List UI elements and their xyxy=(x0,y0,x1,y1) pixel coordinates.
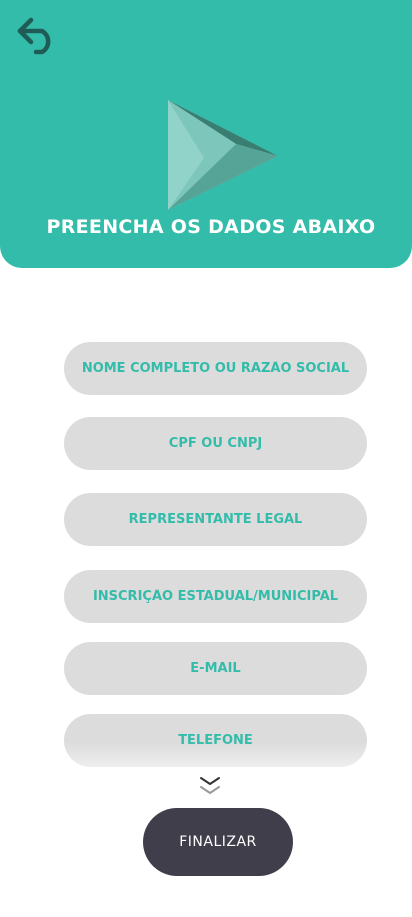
email-field[interactable] xyxy=(64,642,367,695)
finish-button[interactable]: FINALIZAR xyxy=(143,808,293,876)
page-title: PREENCHA OS DADOS ABAIXO xyxy=(46,216,376,238)
legal-representative-field[interactable] xyxy=(64,493,367,546)
back-button[interactable] xyxy=(14,16,60,58)
play-triangle-logo xyxy=(168,100,278,210)
header-banner: PREENCHA OS DADOS ABAIXO xyxy=(0,0,412,268)
cpf-cnpj-field[interactable] xyxy=(64,417,367,470)
full-name-field[interactable] xyxy=(64,342,367,395)
phone-field[interactable] xyxy=(64,714,367,767)
undo-arrow-icon xyxy=(17,17,51,55)
scroll-down-indicator[interactable] xyxy=(198,774,222,798)
state-municipal-registration-field[interactable] xyxy=(64,570,367,623)
double-chevron-down-icon xyxy=(200,777,220,794)
